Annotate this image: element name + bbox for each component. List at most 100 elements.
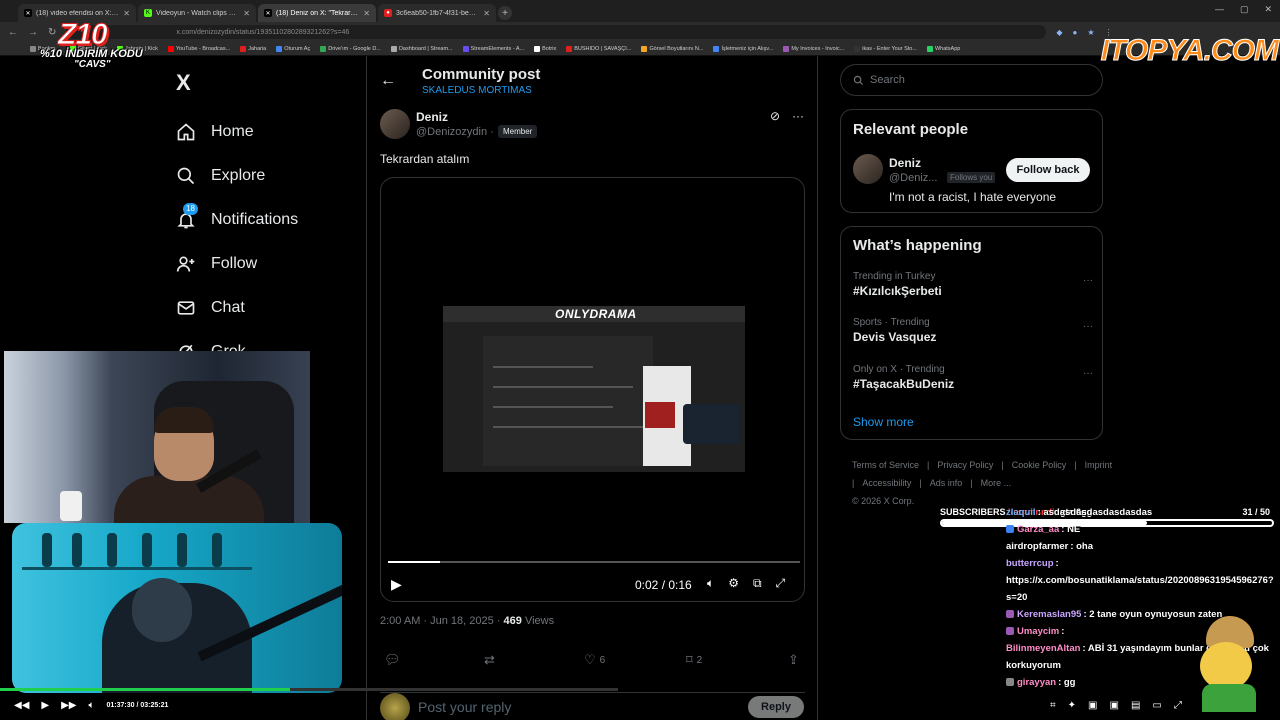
avatar[interactable] xyxy=(853,154,883,184)
trend-item[interactable]: Trending in Turkey #KızılcıkŞerbeti ··· xyxy=(853,271,1093,298)
follows-you-badge: Follows you xyxy=(947,172,996,183)
footer-link[interactable]: Accessibility xyxy=(862,478,911,488)
maximize-icon[interactable]: ▢ xyxy=(1240,4,1249,15)
more-icon[interactable]: ··· xyxy=(1083,275,1093,286)
trend-item[interactable]: Sports · Trending Devis Vasquez ··· xyxy=(853,317,1093,344)
chat-username[interactable]: Garza_aa xyxy=(1017,524,1059,535)
more-icon[interactable]: ··· xyxy=(1083,368,1093,379)
sparkle-icon[interactable]: ✦ xyxy=(1068,700,1076,711)
bookmark-item[interactable]: Dashboard | Stream... xyxy=(390,45,453,52)
reply-button[interactable]: Reply xyxy=(748,696,804,718)
sidebar-item-follow[interactable]: Follow xyxy=(176,242,298,286)
chat-username[interactable]: airdropfarmer xyxy=(1006,541,1068,552)
share-action[interactable]: ⇪ xyxy=(788,652,799,668)
chat-username[interactable]: BilinmeyenAltan xyxy=(1006,643,1080,654)
bookmark-item[interactable]: Oturum Aç xyxy=(276,45,310,52)
sidebar-item-explore[interactable]: Explore xyxy=(176,154,298,198)
volume-icon[interactable]: 🔈︎ xyxy=(88,700,94,711)
bookmark-item[interactable]: Görsel Boyutlarını N... xyxy=(641,45,703,52)
minimize-icon[interactable]: — xyxy=(1215,4,1224,15)
bookmark-item[interactable]: Drive'ım - Google D... xyxy=(320,45,381,52)
more-icon[interactable]: ··· xyxy=(792,109,804,123)
url-input[interactable]: x.com/denizozydin/status/193511028028932… xyxy=(66,25,1047,39)
chat-username[interactable]: girayyan xyxy=(1017,677,1056,688)
show-more-link[interactable]: Show more xyxy=(853,415,914,429)
play-icon[interactable]: ▶ xyxy=(41,700,49,711)
fullscreen-icon[interactable]: ⤢ xyxy=(776,576,786,591)
bookmark-label: Drive'ım - Google D... xyxy=(328,45,381,52)
window-icon[interactable]: ▣ xyxy=(1088,700,1097,711)
video-player[interactable]: ONLYDRAMA ▶ 0:02 / 0:16 🔈︎ ⚙ ⧉ ⤢ xyxy=(380,177,805,602)
reply-action[interactable]: 💬︎ xyxy=(384,652,401,668)
footer-link[interactable]: Imprint xyxy=(1085,460,1113,470)
x-logo[interactable]: X xyxy=(176,70,191,96)
crop-icon[interactable]: ⌗ xyxy=(1050,700,1056,711)
close-tab-icon[interactable]: ✕ xyxy=(483,9,490,18)
bookmark-item[interactable]: BUSHIDO | SAVAŞÇI... xyxy=(566,45,631,52)
browser-tab-active[interactable]: ✕ (18) Deniz on X: "Tekrardan atal ✕ xyxy=(258,4,376,22)
repost-action[interactable]: ⇄ xyxy=(484,652,495,668)
close-tab-icon[interactable]: ✕ xyxy=(123,9,130,18)
trend-item[interactable]: Only on X · Trending #TaşacakBuDeniz ··· xyxy=(853,364,1093,391)
extension-icon[interactable]: ● xyxy=(1073,28,1078,37)
rewind-icon[interactable]: ◀◀ xyxy=(14,700,29,711)
bookmark-item[interactable]: YouTube - Broadcas... xyxy=(167,45,230,52)
volume-icon[interactable]: 🔈︎ xyxy=(707,576,714,591)
footer-link[interactable]: Privacy Policy xyxy=(937,460,993,470)
close-tab-icon[interactable]: ✕ xyxy=(243,9,250,18)
forward-icon[interactable]: ▶▶ xyxy=(61,700,76,711)
bookmark-item[interactable]: WhatsApp xyxy=(926,45,960,52)
window-icon[interactable]: ▤ xyxy=(1131,700,1140,711)
play-icon[interactable]: ▶ xyxy=(391,576,402,593)
notification-badge: 18 xyxy=(183,203,198,215)
author-handle[interactable]: @Denizozydin · xyxy=(416,126,494,138)
extension-icon[interactable]: ◆ xyxy=(1056,28,1062,37)
search-input[interactable]: Search xyxy=(840,64,1103,96)
sidebar-item-chat[interactable]: Chat xyxy=(176,286,298,330)
bookmark-item[interactable]: Botrix xyxy=(534,45,556,52)
footer-link[interactable]: Ads info xyxy=(930,478,963,488)
bookmark-count: 2 xyxy=(696,654,703,666)
bookmark-item[interactable]: Jaharia xyxy=(240,45,266,52)
chat-username[interactable]: zlaquil xyxy=(1006,507,1036,518)
like-action[interactable]: ♡ 6 xyxy=(584,652,605,668)
pip-icon[interactable]: ⧉ xyxy=(753,576,762,591)
chat-username[interactable]: butterrcup xyxy=(1006,558,1054,569)
chat-username[interactable]: Umaycim xyxy=(1017,626,1059,637)
bookmark-item[interactable]: My Invoices - Invoic... xyxy=(783,45,844,52)
sidebar-item-home[interactable]: Home xyxy=(176,110,298,154)
post-timestamp[interactable]: 2:00 AM · Jun 18, 2025 · xyxy=(380,615,500,627)
browser-tab[interactable]: ● 3c6eab50-1fb7-4f31-be88-82 ✕ xyxy=(378,4,496,22)
window-icon[interactable]: ▣ xyxy=(1109,700,1118,711)
bookmark-item[interactable]: StreamElements - A... xyxy=(462,45,524,52)
fullscreen-icon[interactable]: ⤢ xyxy=(1174,700,1182,711)
chat-username[interactable]: Keremaslan95 xyxy=(1017,609,1081,620)
new-tab-button[interactable]: + xyxy=(498,6,512,20)
bookmark-action[interactable]: ⌑ 2 xyxy=(686,652,702,668)
follow-back-button[interactable]: Follow back xyxy=(1006,158,1090,182)
close-tab-icon[interactable]: ✕ xyxy=(363,9,370,18)
footer-link[interactable]: Cookie Policy xyxy=(1012,460,1067,470)
back-arrow-icon[interactable]: ← xyxy=(380,72,396,90)
settings-icon[interactable]: ⚙ xyxy=(728,576,739,591)
browser-tab[interactable]: K Videoyun - Watch clips on Kick ✕ xyxy=(138,4,256,22)
vod-progress-bar[interactable] xyxy=(0,688,618,691)
video-progress-bar[interactable] xyxy=(388,561,800,563)
footer-link[interactable]: © 2026 X Corp. xyxy=(852,496,914,506)
extension-icon[interactable]: ★ xyxy=(1087,28,1094,37)
close-window-icon[interactable]: ✕ xyxy=(1264,4,1272,15)
author-name[interactable]: Deniz xyxy=(416,110,448,124)
bookmark-item[interactable]: İşletmeniz için Alışv... xyxy=(713,45,773,52)
footer-link[interactable]: Terms of Service xyxy=(852,460,919,470)
sidebar-nav: Home Explore 18 Notifications Follow Cha… xyxy=(176,110,298,374)
sidebar-item-notifications[interactable]: 18 Notifications xyxy=(176,198,298,242)
more-icon[interactable]: ··· xyxy=(1083,321,1093,332)
grok-icon[interactable]: ⊘ xyxy=(770,109,780,123)
community-link[interactable]: SKALEDUS MORTIMAS xyxy=(422,85,532,96)
person-name[interactable]: Deniz xyxy=(889,156,921,170)
footer-link[interactable]: More ... xyxy=(981,478,1012,488)
window-icon[interactable]: ▭ xyxy=(1152,700,1161,711)
bookmark-item[interactable]: ikas - Enter Your Sto... xyxy=(854,45,917,52)
back-icon[interactable]: ← xyxy=(8,27,18,38)
avatar[interactable] xyxy=(380,109,410,139)
